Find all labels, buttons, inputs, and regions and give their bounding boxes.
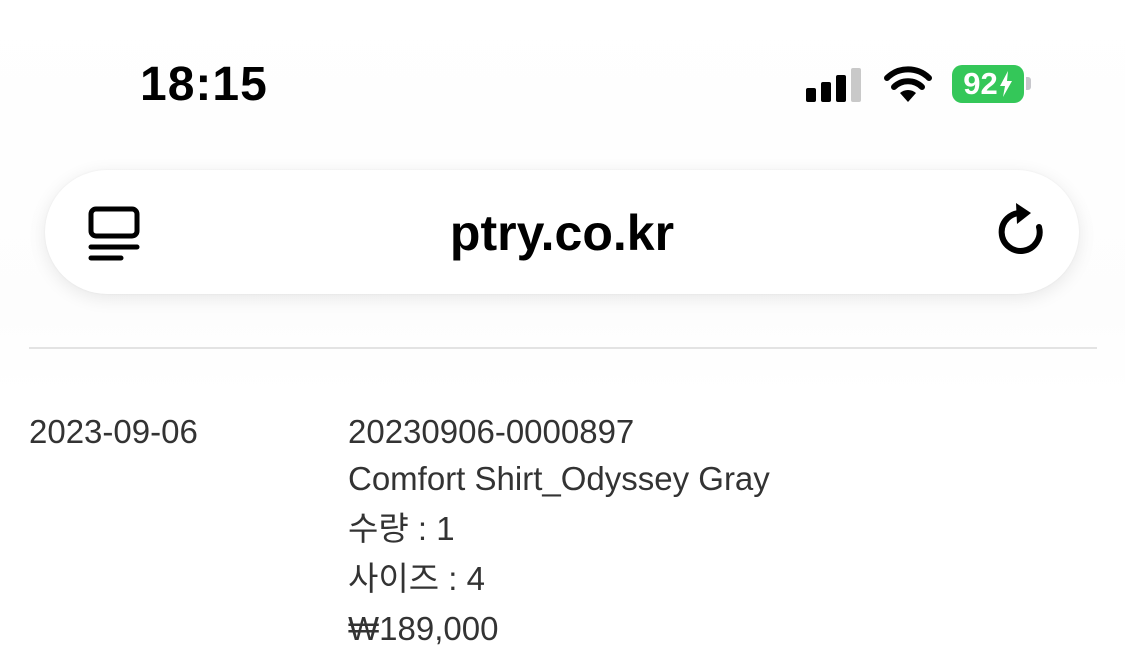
order-price: ₩189,000 [348, 610, 499, 647]
browser-page: 18:15 92 ptry.co.kr 2023-09-06 20230906-… [0, 0, 1125, 648]
url-text[interactable]: ptry.co.kr [45, 203, 1079, 263]
wifi-icon [884, 66, 932, 102]
order-quantity: 수량 : 1 [348, 510, 455, 547]
product-name[interactable]: Comfort Shirt_Odyssey Gray [348, 454, 770, 504]
battery-level: 92 [963, 66, 998, 101]
battery-tip [1026, 77, 1031, 90]
order-details: 20230906-0000897 Comfort Shirt_Odyssey G… [348, 410, 770, 648]
address-bar[interactable]: ptry.co.kr [45, 170, 1079, 294]
battery-icon: 92 [952, 65, 1024, 103]
order-size: 사이즈 : 4 [348, 560, 485, 597]
divider [29, 347, 1097, 349]
order-date: 2023-09-06 [29, 413, 198, 450]
status-time: 18:15 [140, 58, 268, 111]
reload-icon[interactable] [995, 200, 1051, 260]
order-number[interactable]: 20230906-0000897 [348, 410, 770, 454]
charging-bolt-icon [999, 71, 1012, 97]
signal-icon [806, 68, 861, 102]
